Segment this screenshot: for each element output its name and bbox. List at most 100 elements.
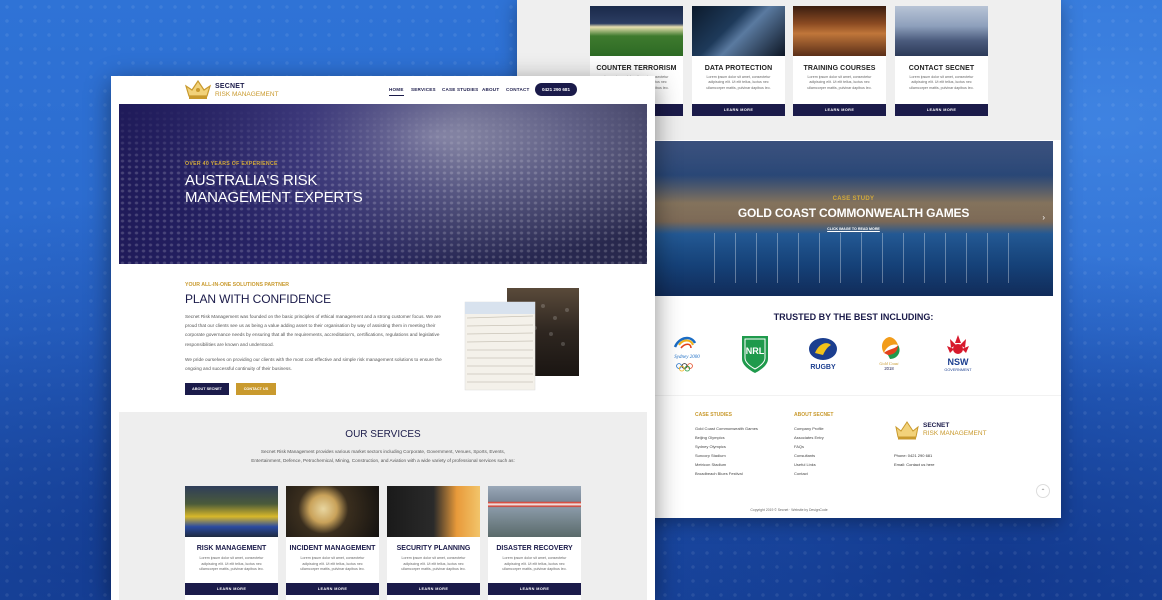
service-card-disaster-recovery: DISASTER RECOVERY Lorem ipsum dolor sit … — [488, 486, 581, 600]
about-secnet-button[interactable]: ABOUT SECNET — [185, 383, 229, 395]
service-card-risk-management: RISK MANAGEMENT Lorem ipsum dolor sit am… — [185, 486, 278, 600]
footer-link[interactable]: Broadbeach Blues Festival — [695, 469, 758, 478]
logo-sub: RISK MANAGEMENT — [215, 91, 279, 98]
footer-link[interactable]: Consultants — [794, 451, 824, 460]
security-guard-image — [387, 486, 480, 537]
service-card-title: TRAINING COURSES — [803, 65, 876, 72]
footer-link[interactable]: Gold Coast Commonwealth Games — [695, 424, 758, 433]
service-card-title: CONTACT SECNET — [908, 65, 975, 72]
service-card-text: Lorem ipsum dolor sit amet, consectetur … — [401, 556, 466, 572]
about-kicker: YOUR ALL-IN-ONE SOLUTIONS PARTNER — [185, 282, 290, 288]
waratah-icon: NSW GOVERNMENT — [944, 335, 972, 372]
footer-logo-sub: RISK MANAGEMENT — [923, 430, 987, 437]
hero-title: AUSTRALIA'S RISK MANAGEMENT EXPERTS — [185, 172, 363, 206]
footer-link[interactable]: FAQs — [794, 442, 824, 451]
service-card-security-planning: SECURITY PLANNING Lorem ipsum dolor sit … — [387, 486, 480, 600]
service-card-title: RISK MANAGEMENT — [196, 545, 267, 552]
footer-contact: Phone: 0421 290 681 Email: Contact us he… — [894, 451, 934, 469]
nav-case-studies[interactable]: CASE STUDIES — [442, 87, 478, 92]
trusted-title: TRUSTED BY THE BEST INCLUDING: — [773, 312, 934, 322]
footer-link[interactable]: Metricon Stadium — [695, 460, 758, 469]
service-card-text: Lorem ipsum dolor sit amet, consectetur … — [909, 75, 974, 90]
scroll-to-top-button[interactable]: ⌃ — [1036, 484, 1050, 498]
footer-link[interactable]: Beijing Olympics — [695, 433, 758, 442]
learn-more-button[interactable]: LEARN MORE — [488, 583, 581, 595]
service-card-contact-secnet: CONTACT SECNET Lorem ipsum dolor sit ame… — [895, 6, 988, 116]
learn-more-button[interactable]: LEARN MORE — [387, 583, 480, 595]
case-study-banner[interactable]: CASE STUDY GOLD COAST COMMONWEALTH GAMES… — [654, 141, 1053, 296]
nav-services[interactable]: SERVICES — [411, 87, 436, 92]
learn-more-button[interactable]: LEARN MORE — [185, 583, 278, 595]
learn-more-button[interactable]: LEARN MORE — [286, 583, 379, 595]
flooded-road-image — [488, 486, 581, 537]
office-image — [895, 6, 988, 56]
hero-kicker: OVER 40 YEARS OF EXPERIENCE — [185, 161, 278, 167]
footer-case-studies-title: CASE STUDIES — [695, 412, 732, 418]
learn-more-button[interactable]: LEARN MORE — [692, 104, 785, 116]
contact-us-button[interactable]: CONTACT US — [236, 383, 276, 395]
nav-about[interactable]: ABOUT — [482, 87, 499, 92]
footer-link[interactable]: Company Profile — [794, 424, 824, 433]
service-card-text: Lorem ipsum dolor sit amet, consectetur … — [807, 75, 872, 90]
service-card-title: COUNTER TERRORISM — [596, 65, 677, 72]
audience-image — [793, 6, 886, 56]
navbar: SECNET RISK MANAGEMENT HOME SERVICES CAS… — [111, 76, 655, 104]
wallabies-icon: RUGBY — [809, 338, 837, 371]
footer-case-studies-list: Gold Coast Commonwealth Games Beijing Ol… — [695, 424, 758, 478]
crown-logo-icon — [895, 421, 919, 440]
svg-text:NSW: NSW — [948, 357, 970, 367]
svg-text:GOVERNMENT: GOVERNMENT — [944, 368, 972, 372]
nrl-logo: NRL — [737, 332, 773, 376]
footer-link[interactable]: Sydney Olympics — [695, 442, 758, 451]
learn-more-button[interactable]: LEARN MORE — [895, 104, 988, 116]
gold-coast-2018-logo: Gold Coast 2018 — [869, 332, 909, 376]
about-paragraph: Secnet Risk Management was founded on th… — [185, 314, 442, 347]
pool-lanes — [694, 233, 1013, 283]
svg-text:NRL: NRL — [746, 346, 765, 356]
control-room-image — [692, 6, 785, 56]
services-section: OUR SERVICES Secnet Risk Management prov… — [119, 412, 647, 600]
read-more-link[interactable]: CLICK IMAGE TO READ MORE — [654, 227, 1053, 231]
learn-more-button[interactable]: LEARN MORE — [793, 104, 886, 116]
about-paragraph-2: We pride ourselves on providing our clie… — [185, 357, 442, 372]
service-card-text: Lorem ipsum dolor sit amet, consectetur … — [502, 556, 567, 572]
nrl-shield-icon: NRL — [742, 336, 768, 373]
svg-text:Sydney 2000: Sydney 2000 — [674, 355, 700, 360]
footer-logo-name: SECNET — [923, 422, 950, 429]
nav-home[interactable]: HOME — [389, 87, 404, 96]
service-card-title: SECURITY PLANNING — [396, 545, 471, 552]
chevron-right-icon[interactable]: › — [1042, 213, 1045, 222]
crown-logo-icon[interactable] — [185, 80, 211, 100]
footer-about-list: Company Profile Associates Entry FAQs Co… — [794, 424, 824, 478]
rugby-logo: RUGBY — [802, 334, 844, 374]
magnifier-image — [286, 486, 379, 537]
nav-contact[interactable]: CONTACT — [506, 87, 530, 92]
logo-name[interactable]: SECNET — [215, 83, 245, 90]
workers-image — [185, 486, 278, 537]
hero-banner: OVER 40 YEARS OF EXPERIENCE AUSTRALIA'S … — [119, 104, 647, 264]
about-title: PLAN WITH CONFIDENCE — [185, 292, 332, 306]
front-page-mockup: SECNET RISK MANAGEMENT HOME SERVICES CAS… — [111, 76, 655, 600]
stadium-image — [590, 6, 683, 56]
sydney-2000-logo: Sydney 2000 — [667, 332, 707, 376]
footer-about-title: ABOUT SECNET — [794, 412, 834, 418]
services-title: OUR SERVICES — [345, 429, 421, 440]
phone-button[interactable]: 0421 290 681 — [535, 83, 577, 96]
service-card-text: Lorem ipsum dolor sit amet, consectetur … — [300, 556, 365, 572]
svg-text:2018: 2018 — [884, 366, 894, 371]
documents-image — [464, 288, 579, 391]
case-study-title: GOLD COAST COMMONWEALTH GAMES — [737, 206, 970, 220]
svg-text:RUGBY: RUGBY — [810, 364, 836, 371]
footer-link[interactable]: Contact — [794, 469, 824, 478]
chevron-up-icon: ⌃ — [1040, 488, 1046, 495]
footer-link[interactable]: Associates Entry — [794, 433, 824, 442]
commonwealth-games-icon: Gold Coast 2018 — [879, 337, 900, 371]
footer-email[interactable]: Email: Contact us here — [894, 460, 934, 469]
footer-link[interactable]: Suncorp Stadium — [695, 451, 758, 460]
nsw-government-logo: NSW GOVERNMENT — [935, 332, 981, 376]
footer-phone[interactable]: Phone: 0421 290 681 — [894, 451, 934, 460]
service-card-title: INCIDENT MANAGEMENT — [289, 545, 376, 552]
footer-link[interactable]: Useful Links — [794, 460, 824, 469]
sydney-olympics-icon: Sydney 2000 — [673, 336, 700, 372]
service-card-training-courses: TRAINING COURSES Lorem ipsum dolor sit a… — [793, 6, 886, 116]
